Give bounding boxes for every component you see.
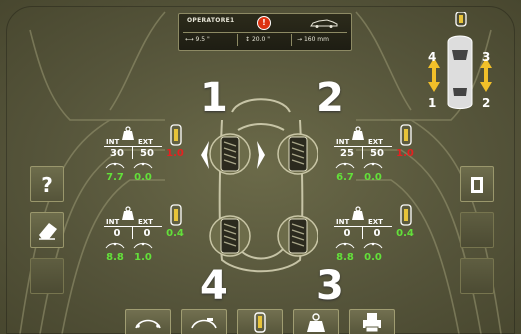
ext-label: EXT <box>138 218 153 226</box>
rim-adhesive-icon <box>191 318 217 329</box>
rim-position-icons <box>335 242 383 249</box>
weights-separator <box>132 147 133 159</box>
rim-adhesive-button[interactable] <box>181 309 227 334</box>
weight-icon <box>122 126 134 140</box>
ext-weight-value: 0 <box>373 228 381 239</box>
wheel-number-1: 1 <box>200 75 228 121</box>
wheel-rear-left[interactable] <box>209 215 251 257</box>
bottom-left-value: 6.7 <box>336 172 354 183</box>
rim-position-icons <box>105 162 153 169</box>
panel-rear-left: INT EXT 0 0 0.4 8.8 1.0 <box>104 204 190 264</box>
wheel-number-2: 2 <box>316 75 344 121</box>
panel-rear-right: INT EXT 0 0 0.4 8.8 0.0 <box>334 204 420 264</box>
weight-icon <box>352 126 364 140</box>
question-icon: ? <box>41 173 53 197</box>
ext-label: EXT <box>368 218 383 226</box>
int-weight-value: 30 <box>110 148 124 159</box>
residual-value: 1.0 <box>166 148 184 159</box>
weights-row: 0 0 <box>334 226 392 239</box>
ext-weight-value: 50 <box>140 148 154 159</box>
status-header: OPERATORE1 ! ⟷ 9.5 " ↕ 20.0 " → 160 mm <box>178 13 352 51</box>
weights-separator <box>132 227 133 239</box>
weight-icon <box>307 313 325 332</box>
bottom-left-value: 8.8 <box>106 252 124 263</box>
weight-button[interactable] <box>293 309 339 334</box>
empty-side-button <box>460 212 494 248</box>
int-weight-value: 0 <box>343 228 351 239</box>
distance-value: → 160 mm <box>297 36 329 43</box>
panel-front-right: INT EXT 25 50 1.0 6.7 0.0 <box>334 124 420 184</box>
exit-button[interactable] <box>460 166 494 202</box>
weights-row: 30 50 <box>104 146 162 159</box>
header-separator <box>237 34 238 46</box>
int-label: INT <box>336 218 350 226</box>
mini-car-number-3: 3 <box>482 50 491 64</box>
int-label: INT <box>336 138 350 146</box>
mini-car-number-4: 4 <box>428 50 437 64</box>
mini-car-number-1: 1 <box>428 96 437 110</box>
mini-car-diagram: 4 3 1 2 <box>420 11 500 112</box>
tyre-icon <box>400 124 412 146</box>
bottom-left-value: 7.7 <box>106 172 124 183</box>
residual-value: 0.4 <box>166 228 184 239</box>
bottom-right-value: 0.0 <box>364 172 382 183</box>
weights-separator <box>362 147 363 159</box>
printer-icon <box>363 313 381 333</box>
tyre-icon <box>254 312 266 333</box>
residual-value: 0.4 <box>396 228 414 239</box>
weight-icon <box>122 206 134 220</box>
wheel-number-3: 3 <box>316 263 344 309</box>
mini-car-number-2: 2 <box>482 96 491 110</box>
wheel-balancer-screen: OPERATORE1 ! ⟷ 9.5 " ↕ 20.0 " → 160 mm 4… <box>0 0 521 334</box>
weights-separator <box>362 227 363 239</box>
empty-side-button <box>460 258 494 294</box>
empty-side-button <box>30 258 64 294</box>
int-label: INT <box>106 138 120 146</box>
ext-weight-value: 50 <box>370 148 384 159</box>
weights-row: 0 0 <box>104 226 162 239</box>
warning-icon[interactable]: ! <box>257 16 271 30</box>
rim-diameter-value: ↕ 20.0 " <box>245 36 270 43</box>
tyre-icon <box>400 204 412 226</box>
print-button[interactable] <box>349 309 395 334</box>
residual-value: 1.0 <box>396 148 414 159</box>
bottom-right-value: 1.0 <box>134 252 152 263</box>
rim-position-icons <box>105 242 153 249</box>
eraser-icon <box>39 223 57 240</box>
header-divider <box>183 32 347 33</box>
rim-clip-button[interactable] <box>125 309 171 334</box>
selected-wheel-chevrons <box>201 141 265 169</box>
rim-position-icons <box>335 162 383 169</box>
header-separator <box>291 34 292 46</box>
ext-weight-value: 0 <box>143 228 151 239</box>
eraser-button[interactable] <box>30 212 64 248</box>
svg-text:?: ? <box>41 173 53 197</box>
tyre-icon <box>170 124 182 146</box>
int-weight-value: 25 <box>340 148 354 159</box>
help-button[interactable]: ? <box>30 166 64 202</box>
bottom-right-value: 0.0 <box>134 172 152 183</box>
weights-row: 25 50 <box>334 146 392 159</box>
tyre-button[interactable] <box>237 309 283 334</box>
rim-clip-icon <box>135 319 161 329</box>
wheel-front-right[interactable] <box>277 133 318 175</box>
operator-name: OPERATORE1 <box>187 17 235 24</box>
bottom-right-value: 0.0 <box>364 252 382 263</box>
weight-icon <box>352 206 364 220</box>
panel-front-left: INT EXT 30 50 1.0 7.7 0.0 <box>104 124 190 184</box>
bottom-left-value: 8.8 <box>336 252 354 263</box>
wheel-rear-right[interactable] <box>277 215 318 257</box>
tyre-icon <box>170 204 182 226</box>
ext-label: EXT <box>138 138 153 146</box>
exit-icon <box>471 177 483 193</box>
ext-label: EXT <box>368 138 383 146</box>
int-label: INT <box>106 218 120 226</box>
rim-width-value: ⟷ 9.5 " <box>185 36 210 43</box>
car-side-icon <box>310 19 338 28</box>
int-weight-value: 0 <box>113 228 121 239</box>
